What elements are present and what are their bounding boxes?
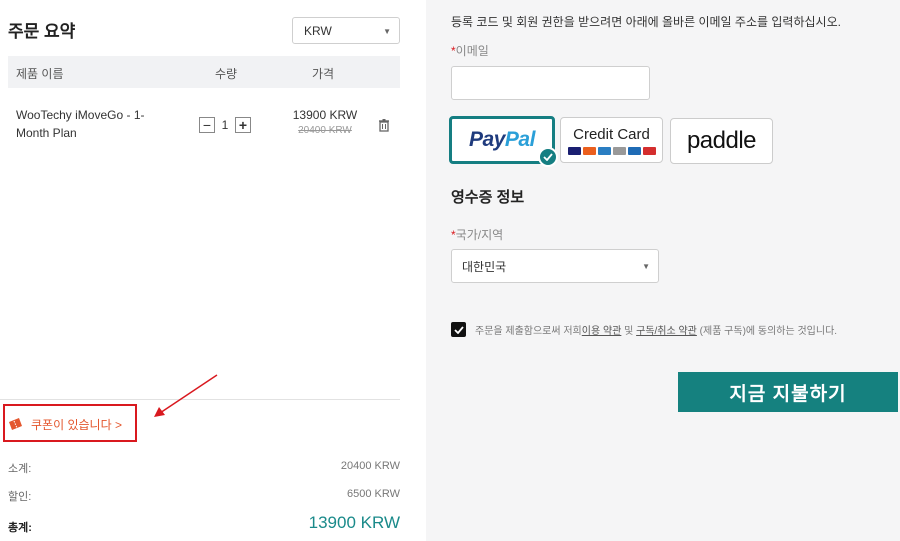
currency-select[interactable]: KRW ▼	[292, 17, 400, 44]
agree-text-prefix: 주문을 제출함으로써 저희	[475, 326, 582, 337]
chevron-down-icon: ▼	[642, 262, 650, 271]
original-price: 20400 KRW	[298, 125, 352, 136]
order-summary-title: 주문 요약	[8, 22, 76, 41]
chevron-down-icon: ▼	[383, 27, 391, 36]
current-price: 13900 KRW	[292, 108, 358, 122]
check-icon	[453, 325, 464, 334]
total-row: 총계: 13900 KRW	[8, 513, 400, 536]
coupon-label: 쿠폰이 있습니다 >	[31, 418, 122, 432]
product-table-header: 제품 이름 수량 가격	[8, 56, 400, 88]
country-value: 대한민국	[462, 259, 507, 274]
discount-label: 할인:	[8, 491, 32, 503]
trash-icon[interactable]	[377, 118, 391, 132]
subtotal-row: 소계: 20400 KRW	[8, 460, 400, 476]
email-label: *이메일	[451, 44, 489, 58]
credit-card-option[interactable]: Credit Card	[560, 117, 663, 163]
subtotal-label: 소계:	[8, 463, 32, 475]
receipt-info-title: 영수증 정보	[451, 189, 525, 206]
paddle-option[interactable]: paddle	[670, 118, 773, 164]
email-notice: 등록 코드 및 회원 권한을 받으려면 아래에 올바른 이메일 주소를 입력하십…	[451, 15, 841, 29]
pay-now-button[interactable]: 지금 지불하기	[678, 372, 898, 412]
order-summary-panel: 주문 요약 KRW ▼ 제품 이름 수량 가격 WooTechy iMoveGo…	[0, 0, 400, 541]
ticket-icon	[9, 418, 22, 430]
paddle-logo: paddle	[686, 127, 757, 154]
subscription-cancel-terms-link[interactable]: 구독/취소 약관	[636, 322, 697, 337]
product-name: WooTechy iMoveGo - 1-Month Plan	[16, 108, 145, 140]
currency-value: KRW	[304, 23, 332, 38]
card-brand-icons	[567, 146, 656, 155]
product-price: 13900 KRW 20400 KRW	[290, 108, 360, 136]
paypal-option[interactable]: PayPal	[449, 116, 558, 167]
terms-agreement: 주문을 제출함으로써 저희 이용 약관 및 구독/취소 약관 (제품 구독)에 …	[451, 322, 837, 337]
email-field[interactable]	[451, 66, 650, 100]
discount-row: 할인: 6500 KRW	[8, 488, 400, 504]
quantity-stepper: − 1 +	[199, 117, 251, 133]
column-price: 가격	[312, 67, 335, 81]
coupon-link[interactable]: 쿠폰이 있습니다 >	[8, 416, 122, 433]
subtotal-value: 20400 KRW	[340, 460, 400, 472]
checkout-panel: 등록 코드 및 회원 권한을 받으려면 아래에 올바른 이메일 주소를 입력하십…	[426, 0, 900, 541]
column-quantity: 수량	[215, 67, 238, 81]
check-icon	[538, 147, 558, 167]
summary-divider	[0, 399, 400, 400]
discount-value: 6500 KRW	[347, 488, 400, 500]
terms-of-use-link[interactable]: 이용 약관	[582, 322, 622, 337]
agree-text-mid: 및	[621, 326, 637, 337]
column-product-name: 제품 이름	[16, 67, 64, 81]
country-label: *국가/지역	[451, 228, 504, 242]
quantity-value: 1	[221, 118, 229, 132]
paypal-logo: PayPal	[469, 128, 535, 151]
total-label: 총계:	[8, 522, 32, 534]
agree-text-suffix: (제품 구독)에 동의하는 것입니다.	[696, 326, 838, 337]
total-value: 13900 KRW	[308, 513, 400, 532]
increase-quantity-button[interactable]: +	[235, 117, 251, 133]
decrease-quantity-button[interactable]: −	[199, 117, 215, 133]
credit-card-label: Credit Card	[573, 125, 650, 143]
agree-checkbox[interactable]	[451, 322, 466, 337]
country-select[interactable]: 대한민국 ▼	[451, 249, 659, 283]
